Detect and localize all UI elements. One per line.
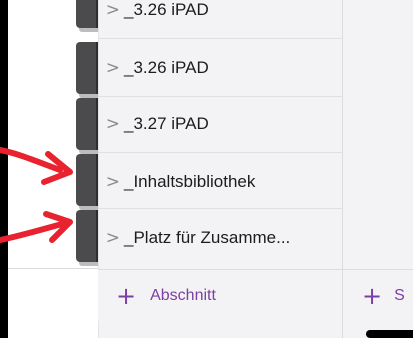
section-row[interactable]: > _Inhaltsbibliothek <box>98 154 342 210</box>
row-divider <box>98 208 342 209</box>
add-section-label: Abschnitt <box>150 286 216 304</box>
chevron-right-icon: > <box>105 228 120 248</box>
plus-icon: + <box>116 281 137 310</box>
gutter-divider <box>8 268 98 269</box>
section-row[interactable]: > _3.27 iPAD <box>98 96 342 152</box>
chevron-right-icon: > <box>105 172 120 192</box>
red-arrow-icon <box>0 211 73 243</box>
add-page-button[interactable]: + S <box>342 269 413 321</box>
row-divider <box>98 38 342 39</box>
plus-icon: + <box>362 281 383 310</box>
section-label: _3.26 iPAD <box>124 0 209 19</box>
chevron-right-icon: > <box>105 58 120 78</box>
section-label: _Inhaltsbibliothek <box>124 172 256 191</box>
add-page-label: S <box>394 286 405 304</box>
section-label: _3.26 iPAD <box>124 58 209 77</box>
chevron-right-icon: > <box>105 114 120 134</box>
section-tab[interactable] <box>76 42 98 98</box>
row-divider <box>98 152 342 153</box>
section-row[interactable]: > _3.26 iPAD <box>98 0 342 38</box>
chevron-right-icon: > <box>105 0 120 20</box>
section-label: _3.27 iPAD <box>124 114 209 133</box>
section-row[interactable]: > _Platz für Zusamme... <box>98 210 342 266</box>
home-indicator <box>366 330 413 338</box>
section-label: _Platz für Zusamme... <box>124 228 291 247</box>
section-row[interactable]: > _3.26 iPAD <box>98 40 342 96</box>
section-tab[interactable] <box>76 0 98 32</box>
red-arrow-icon <box>0 147 73 185</box>
add-section-button[interactable]: + Abschnitt <box>98 269 342 321</box>
